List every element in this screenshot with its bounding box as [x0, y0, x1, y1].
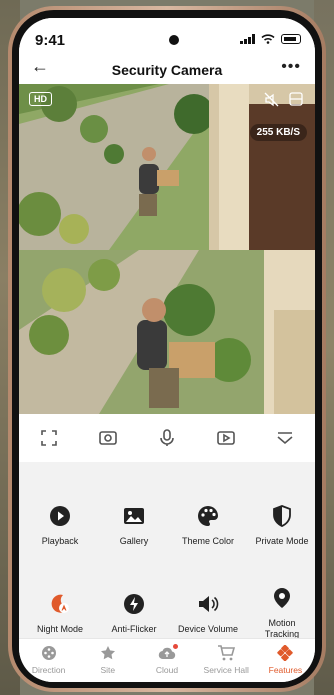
tab-site[interactable]: Site: [78, 639, 137, 682]
cloud-icon: [158, 644, 178, 662]
phone-screen: 9:41 ← Security Camera ••• HD 255 KB/S P…: [19, 18, 315, 682]
tab-label: Direction: [31, 665, 66, 675]
bitrate-indicator: 255 KB/S: [249, 124, 307, 141]
live-video-feed[interactable]: HD 255 KB/S: [19, 84, 315, 414]
record-video-icon[interactable]: [214, 426, 238, 450]
more-options-icon[interactable]: •••: [281, 58, 301, 76]
features-grid: Playback Gallery Theme Color Private Mod…: [19, 462, 315, 640]
speaker-icon: [196, 592, 220, 616]
play-circle-icon: [48, 504, 72, 528]
star-icon: [99, 644, 117, 662]
palette-icon: [196, 504, 220, 528]
tab-label: Features: [268, 665, 303, 675]
feature-theme-color[interactable]: Theme Color: [171, 504, 245, 547]
feature-private-mode[interactable]: Private Mode: [245, 504, 315, 547]
feature-gallery[interactable]: Gallery: [97, 504, 171, 547]
feature-motion-tracking[interactable]: Motion Tracking: [245, 586, 315, 640]
feature-label: Motion Tracking: [264, 618, 300, 639]
features-icon: [276, 644, 294, 662]
location-pin-icon: [270, 586, 294, 610]
page-title: Security Camera: [111, 62, 223, 78]
feature-label: Anti-Flicker: [111, 624, 157, 634]
hd-badge[interactable]: HD: [29, 92, 52, 106]
bolt-icon: [122, 592, 146, 616]
battery-icon: [281, 34, 301, 44]
video-toolbar: [19, 414, 315, 463]
tab-service-hall[interactable]: Service Hall: [197, 639, 256, 682]
signal-icon: [240, 34, 255, 44]
wifi-icon: [261, 34, 275, 44]
snapshot-icon[interactable]: [96, 426, 120, 450]
tab-label: Cloud: [155, 665, 179, 675]
feature-anti-flicker[interactable]: Anti-Flicker: [97, 592, 171, 635]
night-mode-icon: [48, 592, 72, 616]
direction-icon: [40, 644, 58, 662]
microphone-icon[interactable]: [155, 426, 179, 450]
feature-night-mode[interactable]: Night Mode: [23, 592, 97, 635]
feature-label: Night Mode: [36, 624, 84, 634]
bottom-tab-bar: Direction Site Cloud Service Hall Featur…: [19, 638, 315, 682]
fullscreen-icon[interactable]: [37, 426, 61, 450]
collapse-panel-icon[interactable]: [273, 426, 297, 450]
tab-cloud[interactable]: Cloud: [137, 639, 196, 682]
nav-bar: ← Security Camera •••: [19, 52, 315, 84]
mute-icon[interactable]: [263, 92, 281, 110]
tab-label: Service Hall: [203, 665, 249, 675]
tab-direction[interactable]: Direction: [19, 639, 78, 682]
shield-half-icon: [270, 504, 294, 528]
feature-device-volume[interactable]: Device Volume: [171, 592, 245, 635]
notification-dot: [173, 644, 178, 649]
feature-label: Theme Color: [181, 536, 235, 546]
cart-icon: [217, 644, 236, 662]
camera-scene-bottom: [19, 250, 315, 414]
split-view-icon[interactable]: [287, 92, 305, 110]
status-time: 9:41: [35, 32, 66, 49]
feature-label: Private Mode: [255, 536, 309, 546]
feature-label: Gallery: [119, 536, 149, 546]
image-icon: [122, 504, 146, 528]
feature-label: Device Volume: [177, 624, 239, 634]
status-icons: [240, 34, 301, 44]
feature-label: Playback: [41, 536, 79, 546]
tab-label: Site: [100, 665, 116, 675]
tab-features[interactable]: Features: [256, 639, 315, 682]
status-bar: 9:41: [19, 18, 315, 52]
front-camera: [169, 35, 179, 45]
feature-playback[interactable]: Playback: [23, 504, 97, 547]
